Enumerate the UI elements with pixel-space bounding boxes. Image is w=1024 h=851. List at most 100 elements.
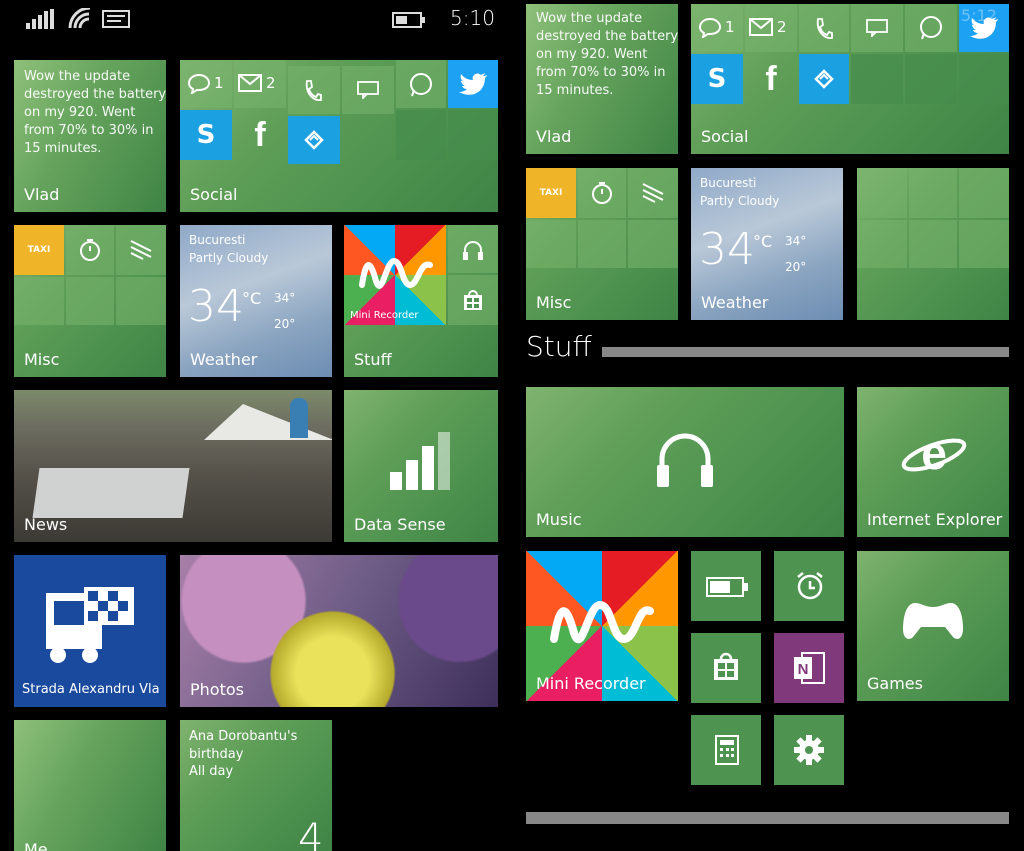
tile-transit[interactable]: Strada Alexandru Vla (14, 555, 166, 707)
tile-me-label: Me (24, 840, 48, 851)
stopwatch-icon (80, 239, 100, 261)
xbox-controller-icon (903, 603, 963, 639)
tile-vlad-label: Vlad (24, 185, 60, 204)
phone-subtile (288, 66, 340, 114)
tile-music[interactable]: Music (526, 387, 844, 537)
clock-time: 5:10 (450, 6, 495, 30)
tile-vlad[interactable]: Wow the update destroyed the battery on … (14, 60, 166, 212)
tile-alarms[interactable] (774, 551, 844, 621)
tile-datasense-label: Data Sense (354, 515, 446, 534)
tile-settings[interactable] (774, 715, 844, 785)
misc-blank-3 (116, 277, 166, 325)
mini-recorder-subtile: Mini Recorder (344, 225, 446, 325)
tile-weather-right[interactable]: Bucuresti Partly Cloudy 34 °C 34° 20° We… (691, 168, 843, 320)
store-subtile (448, 275, 498, 325)
social-blank-1 (396, 110, 446, 160)
social-right-blank-1 (851, 54, 903, 104)
store-icon-large (714, 652, 738, 680)
tile-store[interactable] (691, 633, 761, 703)
news-photo-car (32, 468, 190, 518)
tile-vlad-right[interactable]: Wow the update destroyed the battery on … (526, 4, 678, 154)
tile-datasense[interactable]: Data Sense (344, 390, 498, 542)
wind-subtile-right (628, 168, 678, 218)
weather-high: 34° (274, 291, 296, 305)
tile-games[interactable]: Games (857, 551, 1009, 701)
tile-vlad-right-label: Vlad (536, 127, 572, 146)
chat-subtile-right (851, 4, 903, 52)
facebook-icon: f (254, 115, 266, 154)
onenote-icon: N (794, 652, 825, 684)
mini-recorder-sublabel: Mini Recorder (350, 310, 419, 321)
music-subtile (448, 225, 498, 273)
tile-transit-label: Strada Alexandru Vla (22, 682, 160, 697)
misc-right-blank-1 (526, 220, 576, 268)
mail-icon-right (749, 18, 773, 36)
data-bars-icon (390, 432, 450, 490)
internet-explorer-icon: e (901, 427, 967, 479)
tile-social-right[interactable]: 1 2 5:12 S f Social (691, 4, 1009, 154)
tile-me[interactable]: Me (14, 720, 166, 851)
tile-calculator[interactable] (691, 715, 761, 785)
group-right-blank-3 (959, 168, 1009, 218)
taxi-icon: TAXI (27, 245, 51, 255)
messaging-count: 1 (214, 74, 224, 92)
whatsapp-icon (410, 73, 432, 97)
tile-social-right-label: Social (701, 127, 749, 146)
tile-stuff-label: Stuff (354, 350, 392, 369)
tile-news[interactable]: News (14, 390, 332, 542)
tile-ie[interactable]: e Internet Explorer (857, 387, 1009, 537)
tile-music-label: Music (536, 510, 582, 529)
calendar-day: 4 (298, 816, 324, 851)
weather-condition-right: Partly Cloudy (700, 194, 780, 208)
tile-onenote[interactable]: N (774, 633, 844, 703)
mail-subtile: 2 (234, 60, 286, 108)
weather-city-right: Bucuresti (700, 176, 757, 190)
skype-subtile: S (180, 110, 232, 160)
group-right-blank-4 (857, 220, 907, 268)
chat-subtile (342, 66, 394, 114)
tile-battery-saver[interactable] (691, 551, 761, 621)
tile-misc-right-label: Misc (536, 293, 572, 312)
tile-misc[interactable]: TAXI Misc (14, 225, 166, 377)
phone-icon-right (816, 18, 833, 39)
messaging-icon (188, 74, 210, 94)
skype-icon: S (196, 120, 216, 150)
twitter-subtile (448, 60, 498, 108)
misc-blank-1 (14, 277, 64, 325)
wind-icon (130, 240, 152, 260)
group-right-blank-5 (909, 220, 957, 268)
tile-games-label: Games (867, 674, 923, 693)
tile-photos[interactable]: Photos (180, 555, 498, 707)
phone-subtile-right (799, 4, 849, 52)
section-header-stuff: Stuff (526, 330, 592, 363)
timer-subtile-right (578, 168, 626, 218)
mini-recorder-wave-icon-large (550, 600, 654, 644)
tile-news-label: News (24, 515, 68, 534)
wind-subtile (116, 225, 166, 275)
tile-misc-right[interactable]: TAXI Misc (526, 168, 678, 320)
weather-low: 20° (274, 317, 296, 331)
tile-minirecorder[interactable]: Mini Recorder (526, 551, 678, 701)
weather-temp-right: 34 (699, 224, 755, 275)
weather-city: Bucuresti (189, 233, 246, 247)
tile-group-right[interactable] (857, 168, 1009, 320)
tile-weather[interactable]: Bucuresti Partly Cloudy 34 °C 34° 20° We… (180, 225, 332, 377)
taxi-subtile-right: TAXI (526, 168, 576, 218)
misc-blank-2 (66, 277, 114, 325)
tile-calendar[interactable]: Ana Dorobantu's birthday All day 4 (180, 720, 332, 851)
skype-subtile-right: S (691, 54, 743, 104)
mail-icon (238, 74, 262, 92)
tile-weather-label: Weather (190, 350, 258, 369)
facebook-icon-right: f (765, 59, 777, 98)
weather-unit-right: °C (753, 232, 773, 251)
foursquare-icon (304, 130, 324, 150)
tile-photos-label: Photos (190, 680, 244, 699)
battery-icon (392, 12, 425, 28)
tile-weather-right-label: Weather (701, 293, 769, 312)
bus-icon (46, 587, 134, 663)
tile-stuff[interactable]: Mini Recorder Stuff (344, 225, 498, 377)
battery-saver-icon (706, 577, 748, 597)
taxi-icon-right: TAXI (539, 188, 563, 198)
whatsapp-subtile-right (905, 4, 957, 52)
tile-social[interactable]: 1 2 S f Social (180, 60, 498, 212)
